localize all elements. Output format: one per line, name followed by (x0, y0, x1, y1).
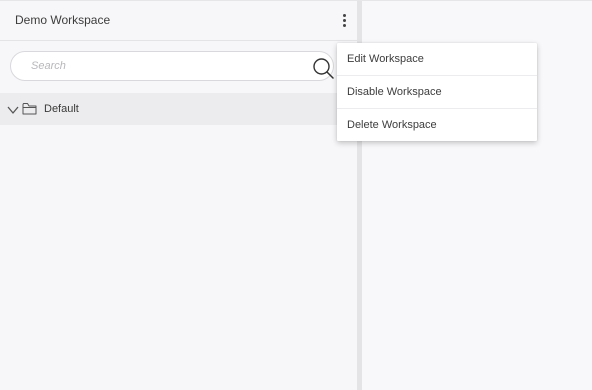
search-icon[interactable] (312, 57, 334, 79)
menu-item-disable-workspace[interactable]: Disable Workspace (337, 76, 537, 109)
workspace-context-menu: Edit Workspace Disable Workspace Delete … (337, 43, 537, 141)
kebab-dot-icon (343, 19, 346, 22)
workspace-sidebar: Demo Workspace Default (0, 1, 357, 390)
search-box (10, 51, 334, 81)
search-input[interactable] (31, 58, 301, 74)
tree-item-label: Default (44, 103, 79, 115)
workspace-menu-button[interactable] (337, 11, 351, 31)
tree-item-default[interactable]: Default (0, 93, 357, 125)
menu-item-delete-workspace[interactable]: Delete Workspace (337, 109, 537, 141)
workspace-header: Demo Workspace (0, 1, 357, 41)
workspace-title: Demo Workspace (15, 13, 111, 27)
app-window: Demo Workspace Default (0, 0, 592, 390)
folder-icon (22, 103, 37, 115)
kebab-dot-icon (343, 14, 346, 17)
kebab-dot-icon (343, 24, 346, 27)
chevron-down-icon[interactable] (7, 105, 19, 115)
menu-item-edit-workspace[interactable]: Edit Workspace (337, 43, 537, 76)
